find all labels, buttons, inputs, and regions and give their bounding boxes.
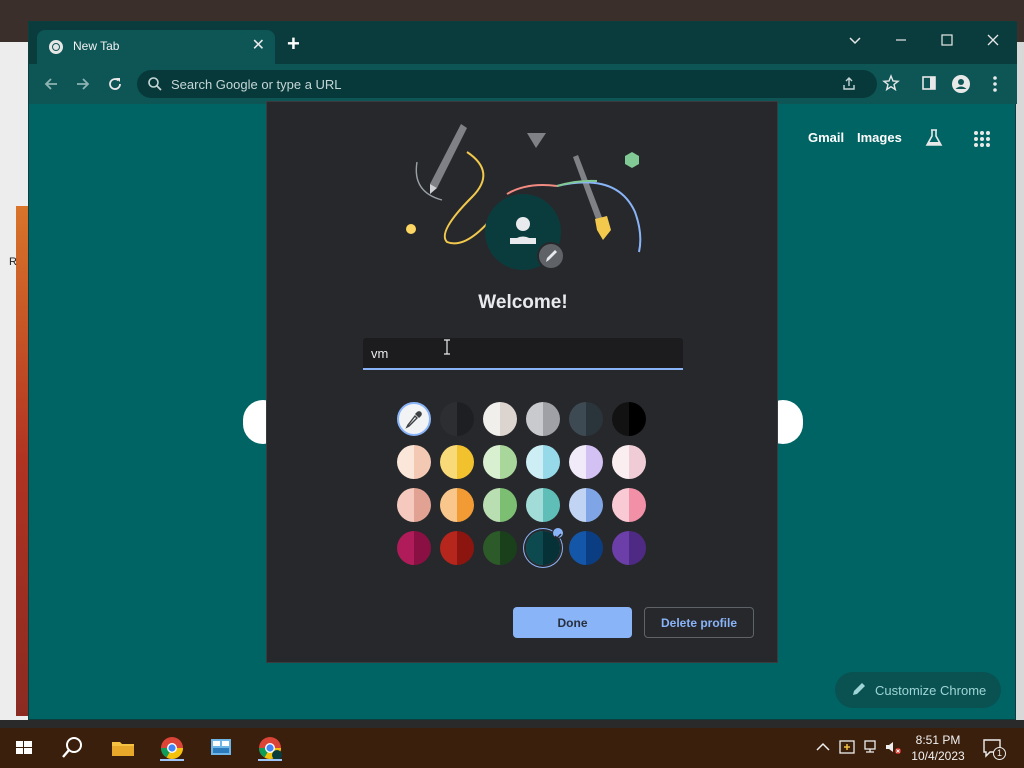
theme-color-swatch[interactable] <box>440 531 474 565</box>
theme-color-swatch[interactable] <box>569 488 603 522</box>
taskbar-clock[interactable]: 8:51 PM 10/4/2023 <box>906 732 970 764</box>
hexagon-shape-icon <box>625 152 639 168</box>
paintbrush-illustration-icon <box>573 155 611 240</box>
theme-color-swatch[interactable] <box>612 445 646 479</box>
customize-chrome-label: Customize Chrome <box>875 683 987 698</box>
welcome-heading: Welcome! <box>478 292 568 313</box>
reload-icon[interactable] <box>103 72 127 96</box>
google-apps-icon[interactable] <box>973 130 991 148</box>
notification-center-icon[interactable]: 1 <box>982 738 1006 760</box>
pencil-illustration-icon <box>430 124 467 194</box>
theme-color-swatch[interactable] <box>483 445 517 479</box>
clock-time: 8:51 PM <box>915 733 961 747</box>
done-button[interactable]: Done <box>513 607 632 638</box>
theme-color-swatch[interactable] <box>526 527 564 565</box>
share-icon[interactable] <box>841 76 857 92</box>
title-bar: New Tab ✕ + <box>29 22 1017 64</box>
maximize-icon[interactable] <box>931 26 963 54</box>
tab-close-icon[interactable]: ✕ <box>252 36 265 56</box>
tab-search-icon[interactable] <box>839 26 871 54</box>
minimize-icon[interactable] <box>885 26 917 54</box>
images-link[interactable]: Images <box>857 130 902 145</box>
theme-color-swatch[interactable] <box>569 445 603 479</box>
chrome-taskbar-icon[interactable] <box>157 734 187 762</box>
theme-color-swatch[interactable] <box>440 488 474 522</box>
selected-check-icon <box>552 527 564 540</box>
more-menu-icon[interactable] <box>985 74 1005 94</box>
theme-color-swatch[interactable] <box>612 488 646 522</box>
yellow-dot-shape <box>406 224 416 234</box>
customize-chrome-button[interactable]: Customize Chrome <box>835 672 1001 708</box>
update-tray-icon[interactable] <box>838 738 856 756</box>
theme-color-swatch[interactable] <box>612 402 646 436</box>
theme-color-swatch[interactable] <box>483 531 517 565</box>
desktop-bottom-edge <box>0 720 1024 728</box>
theme-color-swatch[interactable] <box>440 445 474 479</box>
clock-date: 10/4/2023 <box>911 749 965 763</box>
mouse-ibeam-cursor-icon <box>444 339 450 355</box>
pencil-icon <box>853 683 865 695</box>
theme-color-swatch[interactable] <box>612 531 646 565</box>
back-arrow-icon[interactable] <box>39 72 63 96</box>
theme-color-swatch[interactable] <box>440 402 474 436</box>
new-tab-button[interactable]: + <box>287 33 300 55</box>
chevron-up-icon[interactable] <box>814 738 832 756</box>
omnibox-placeholder: Search Google or type a URL <box>171 77 342 92</box>
profile-avatar-icon[interactable] <box>951 74 971 94</box>
windows-start-icon[interactable] <box>10 734 38 762</box>
network-icon[interactable] <box>862 738 880 756</box>
notification-count-badge: 1 <box>993 747 1006 760</box>
forward-arrow-icon[interactable] <box>71 72 95 96</box>
search-taskbar-icon[interactable] <box>58 734 88 762</box>
search-icon <box>148 77 162 91</box>
theme-color-swatch[interactable] <box>397 531 431 565</box>
labs-flask-icon[interactable] <box>924 128 944 148</box>
close-window-icon[interactable] <box>977 26 1009 54</box>
theme-color-swatch[interactable] <box>397 445 431 479</box>
theme-color-grid <box>397 402 657 572</box>
desktop-side-letter: R <box>9 256 17 268</box>
toolbar: Search Google or type a URL <box>29 64 1017 104</box>
windows-taskbar: 8:51 PM 10/4/2023 1 <box>0 728 1024 768</box>
welcome-illustration <box>406 124 642 270</box>
file-explorer-icon[interactable] <box>108 734 138 762</box>
theme-color-swatch[interactable] <box>483 402 517 436</box>
omnibox[interactable]: Search Google or type a URL <box>137 70 877 98</box>
desktop-right-window <box>1016 42 1024 728</box>
gmail-link[interactable]: Gmail <box>808 130 844 145</box>
theme-color-swatch[interactable] <box>526 488 560 522</box>
profile-customization-dialog: Welcome! Done Delete profile <box>266 101 778 663</box>
theme-color-swatch[interactable] <box>483 488 517 522</box>
chrome-profile-taskbar-icon[interactable] <box>255 734 285 762</box>
control-panel-icon[interactable] <box>206 734 236 762</box>
triangle-shape-icon <box>527 133 546 148</box>
desktop-left-artwork <box>16 206 28 716</box>
custom-color-eyedropper-icon[interactable] <box>397 402 431 436</box>
theme-color-swatch[interactable] <box>397 488 431 522</box>
theme-color-swatch[interactable] <box>569 402 603 436</box>
volume-muted-icon[interactable] <box>884 738 902 756</box>
tab-title: New Tab <box>73 39 120 53</box>
side-panel-icon[interactable] <box>919 74 939 94</box>
tab-new-tab[interactable]: New Tab ✕ <box>37 30 275 64</box>
bookmark-star-icon[interactable] <box>881 74 901 94</box>
theme-color-swatch[interactable] <box>569 531 603 565</box>
theme-color-swatch[interactable] <box>526 402 560 436</box>
chrome-favicon-icon <box>49 40 63 54</box>
theme-color-swatch[interactable] <box>526 445 560 479</box>
delete-profile-button[interactable]: Delete profile <box>644 607 754 638</box>
profile-name-input[interactable] <box>363 338 683 370</box>
